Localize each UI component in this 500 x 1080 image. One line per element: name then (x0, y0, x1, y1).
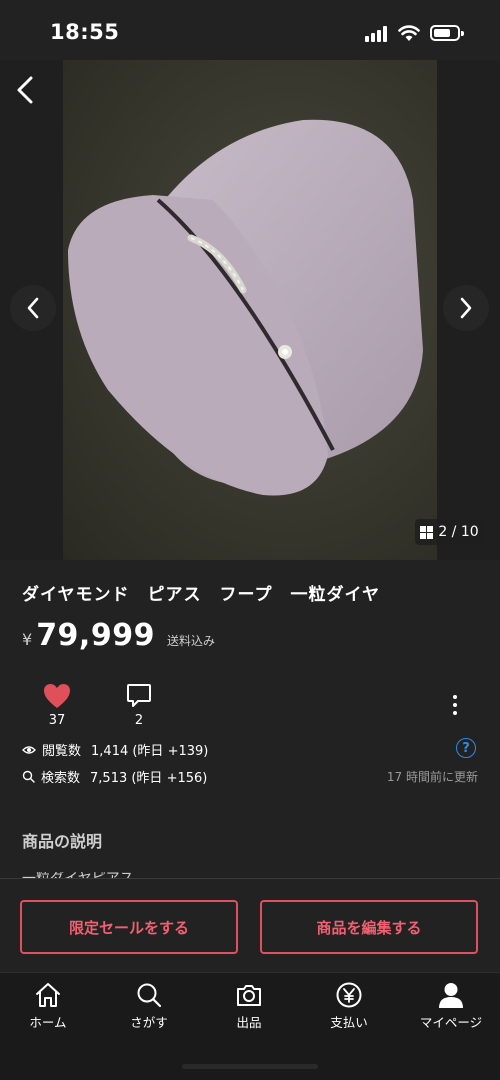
tab-home-label: ホーム (29, 1015, 67, 1030)
wifi-icon (398, 25, 420, 41)
more-dot-icon (453, 711, 457, 715)
tab-search[interactable]: さがす (104, 981, 194, 1031)
chevron-right-icon (460, 297, 472, 319)
camera-icon (237, 985, 261, 1006)
price-row: ¥ 79,999 送料込み (22, 618, 215, 653)
description-heading: 商品の説明 (22, 832, 103, 851)
chevron-left-icon (27, 297, 39, 319)
person-icon (439, 983, 463, 1008)
action-bar: 限定セールをする 商品を編集する (0, 878, 500, 972)
edit-item-button[interactable]: 商品を編集する (260, 900, 478, 954)
back-button[interactable] (10, 74, 42, 106)
image-gallery[interactable]: 2 / 10 (0, 60, 500, 560)
search-small-icon (22, 770, 35, 783)
searches-row: 検索数 7,513 (昨日 +156) (22, 767, 207, 786)
more-dot-icon (453, 695, 457, 699)
status-time: 18:55 (50, 20, 120, 44)
help-icon[interactable]: ? (456, 738, 476, 758)
tab-home[interactable]: ホーム (3, 981, 93, 1031)
home-indicator (182, 1064, 318, 1069)
comment-icon (127, 684, 151, 707)
views-row: 閲覧数 1,414 (昨日 +139) (22, 740, 208, 759)
tab-search-label: さがす (130, 1015, 168, 1030)
eye-icon (22, 745, 36, 754)
like-count: 37 (48, 713, 66, 728)
shipping-label: 送料込み (166, 634, 215, 648)
next-image-button[interactable] (443, 285, 489, 331)
image-counter-text: 2 / 10 (438, 524, 479, 540)
tab-sell-label: 出品 (236, 1015, 262, 1030)
views-value: 1,414 (昨日 +139) (91, 744, 209, 759)
tab-sell[interactable]: 出品 (204, 981, 294, 1031)
grid-icon (420, 525, 434, 539)
tab-payment-label: 支払い (330, 1015, 368, 1030)
currency-symbol: ¥ (22, 630, 33, 649)
status-bar: 18:55 (0, 0, 500, 60)
views-label: 閲覧数 (42, 744, 82, 759)
signal-icon (365, 26, 389, 42)
image-counter[interactable]: 2 / 10 (415, 519, 484, 545)
battery-icon (430, 25, 464, 41)
more-dot-icon (453, 703, 457, 707)
limited-sale-button[interactable]: 限定セールをする (20, 900, 238, 954)
product-photo-image (68, 119, 423, 496)
tab-mypage-label: マイページ (419, 1015, 483, 1030)
product-photo[interactable] (63, 60, 437, 560)
yen-icon (336, 982, 362, 1008)
comment-count: 2 (134, 713, 144, 728)
tab-payment[interactable]: 支払い (304, 981, 394, 1031)
tab-mypage[interactable]: マイページ (406, 981, 496, 1031)
searches-value: 7,513 (昨日 +156) (90, 771, 208, 786)
searches-label: 検索数 (41, 771, 81, 786)
comment-button[interactable]: 2 (122, 683, 156, 728)
previous-image-button[interactable] (10, 285, 56, 331)
search-icon (137, 983, 162, 1008)
heart-icon (44, 684, 70, 708)
updated-time: 17 時間前に更新 (386, 770, 478, 784)
home-icon (36, 983, 60, 1007)
item-price: 79,999 (36, 618, 155, 653)
item-title: ダイヤモンド ピアス フープ 一粒ダイヤ (22, 585, 380, 605)
more-options-button[interactable] (444, 693, 466, 717)
like-button[interactable]: 37 (40, 683, 74, 728)
